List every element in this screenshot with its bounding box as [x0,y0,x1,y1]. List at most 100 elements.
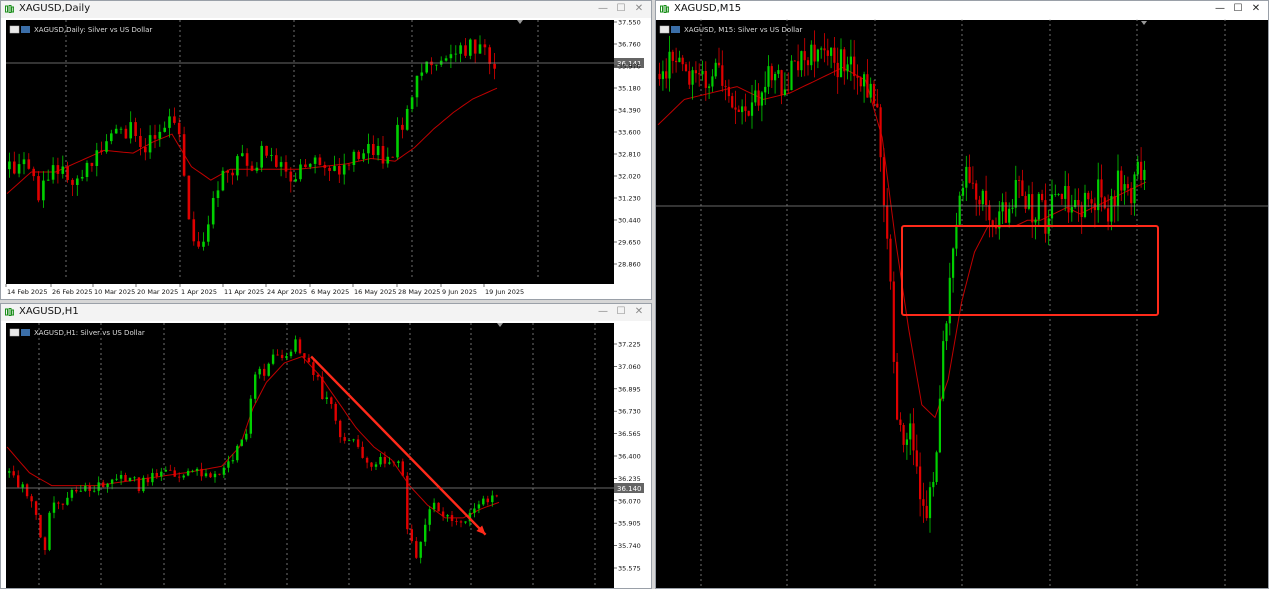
candle-body [971,182,974,184]
candle-body [328,167,331,171]
daily-price-chart[interactable]: 36.141 37.55036.76035.97035.18034.39033.… [1,18,651,299]
candle-body [236,445,239,461]
h1-window-titlebar[interactable]: XAGUSD,H1 — ☐ ✕ [1,304,651,322]
candle-body [8,471,11,473]
candle-body [218,473,221,475]
candle-body [173,116,176,123]
h1-close-button[interactable]: ✕ [631,305,647,319]
candle-body [270,155,273,156]
h1-maximize-button[interactable]: ☐ [613,305,629,319]
candle-body [178,476,181,478]
candle-body [922,499,925,506]
menu-arrow-icon[interactable] [21,329,30,336]
candle-body [955,224,958,249]
candle-body [493,63,496,69]
candle-body [381,146,385,164]
candle-body [93,490,96,492]
candle-body [882,157,885,206]
candle-body [919,466,922,500]
candle-body [1133,174,1136,204]
candle-body [71,179,74,185]
candle-body [1107,208,1110,222]
candle-body [691,70,694,85]
m15-price-chart[interactable]: XAGUSD, M15: Silver vs US Dollar [656,18,1268,588]
candle-body [938,398,941,453]
candle-body [1120,170,1123,191]
candle-body [486,498,489,503]
candle-body [714,62,717,77]
candle-body [95,150,99,166]
candle-body [17,164,21,174]
candle-body [731,96,734,108]
candle-body [820,48,823,50]
candle-body [790,60,793,91]
candle-body [948,277,951,324]
daily-maximize-button[interactable]: ☐ [613,2,629,16]
candle-body [226,170,229,173]
candle-body [1103,197,1106,209]
price-axis-label: 30.440 [618,217,641,225]
candle-body [774,74,777,81]
m15-window-title: XAGUSD,M15 [674,3,742,14]
candle-body [942,341,945,399]
candle-body [158,131,162,139]
candle-body [321,376,324,399]
m15-window-titlebar[interactable]: XAGUSD,M15 — ☐ ✕ [656,1,1268,19]
candle-body [271,354,275,364]
candle-body [661,71,664,80]
m15-minimize-button[interactable]: — [1212,2,1228,16]
candle-body [148,135,152,153]
daily-chart-window[interactable]: XAGUSD,Daily — ☐ ✕ 36.141 37.550 36.760 35… [0,0,652,300]
candle-body [155,473,158,477]
date-axis-label: 14 Feb 2025 [7,288,47,296]
menu-arrow-icon[interactable] [671,26,680,33]
candle-body [1067,186,1070,213]
candle-body [119,128,123,130]
menu-arrow-icon[interactable] [21,26,30,33]
m15-chart-window[interactable]: XAGUSD,M15 — ☐ ✕ XAGUSD, M15: Silver vs … [655,0,1269,589]
candle-body [236,156,239,176]
candle-body [70,490,74,498]
h1-price-chart[interactable]: 36.140 37.225 37.060 36.895 36.730 36.565 36.… [1,321,651,588]
candle-body [899,419,902,425]
candle-body [32,168,35,177]
m15-close-button[interactable]: ✕ [1248,2,1264,16]
candle-body [843,49,846,72]
price-axis-label: 35.180 [618,85,641,93]
candle-body [708,86,711,88]
current-price-label: 36.140 [617,485,642,493]
flag-icon [659,25,670,34]
price-axis-label: 36.070 [618,497,641,505]
candle-body [1018,180,1021,181]
price-axis-label: 31.230 [618,195,641,203]
candle-body [25,484,29,497]
price-axis-label: 36.400 [618,453,641,461]
candle-body [694,70,697,74]
candle-body [370,462,373,467]
candle-body [254,374,257,399]
candle-body [240,439,243,446]
candle-body [928,487,932,519]
daily-minimize-button[interactable]: — [595,2,611,16]
candle-body [1064,186,1067,199]
candle-body [160,471,163,477]
daily-close-button[interactable]: ✕ [631,2,647,16]
candle-body [97,482,100,491]
candle-body [1077,200,1080,206]
candle-body [1136,161,1139,175]
h1-chart-window[interactable]: XAGUSD,H1 — ☐ ✕ 36.140 37.225 37.060 36.89… [0,303,652,589]
candle-body [482,498,485,505]
candle-body [1014,180,1017,208]
chart-window-icon [5,308,14,316]
candle-body [780,70,783,95]
h1-minimize-button[interactable]: — [595,305,611,319]
candle-body [374,464,378,467]
m15-maximize-button[interactable]: ☐ [1230,2,1246,16]
candle-body [222,467,226,475]
date-axis-label: 16 May 2025 [354,288,396,296]
candle-body [27,159,31,169]
daily-window-titlebar[interactable]: XAGUSD,Daily — ☐ ✕ [1,1,651,19]
candle-body [128,477,132,482]
candle-body [66,166,69,180]
candle-body [872,83,876,104]
